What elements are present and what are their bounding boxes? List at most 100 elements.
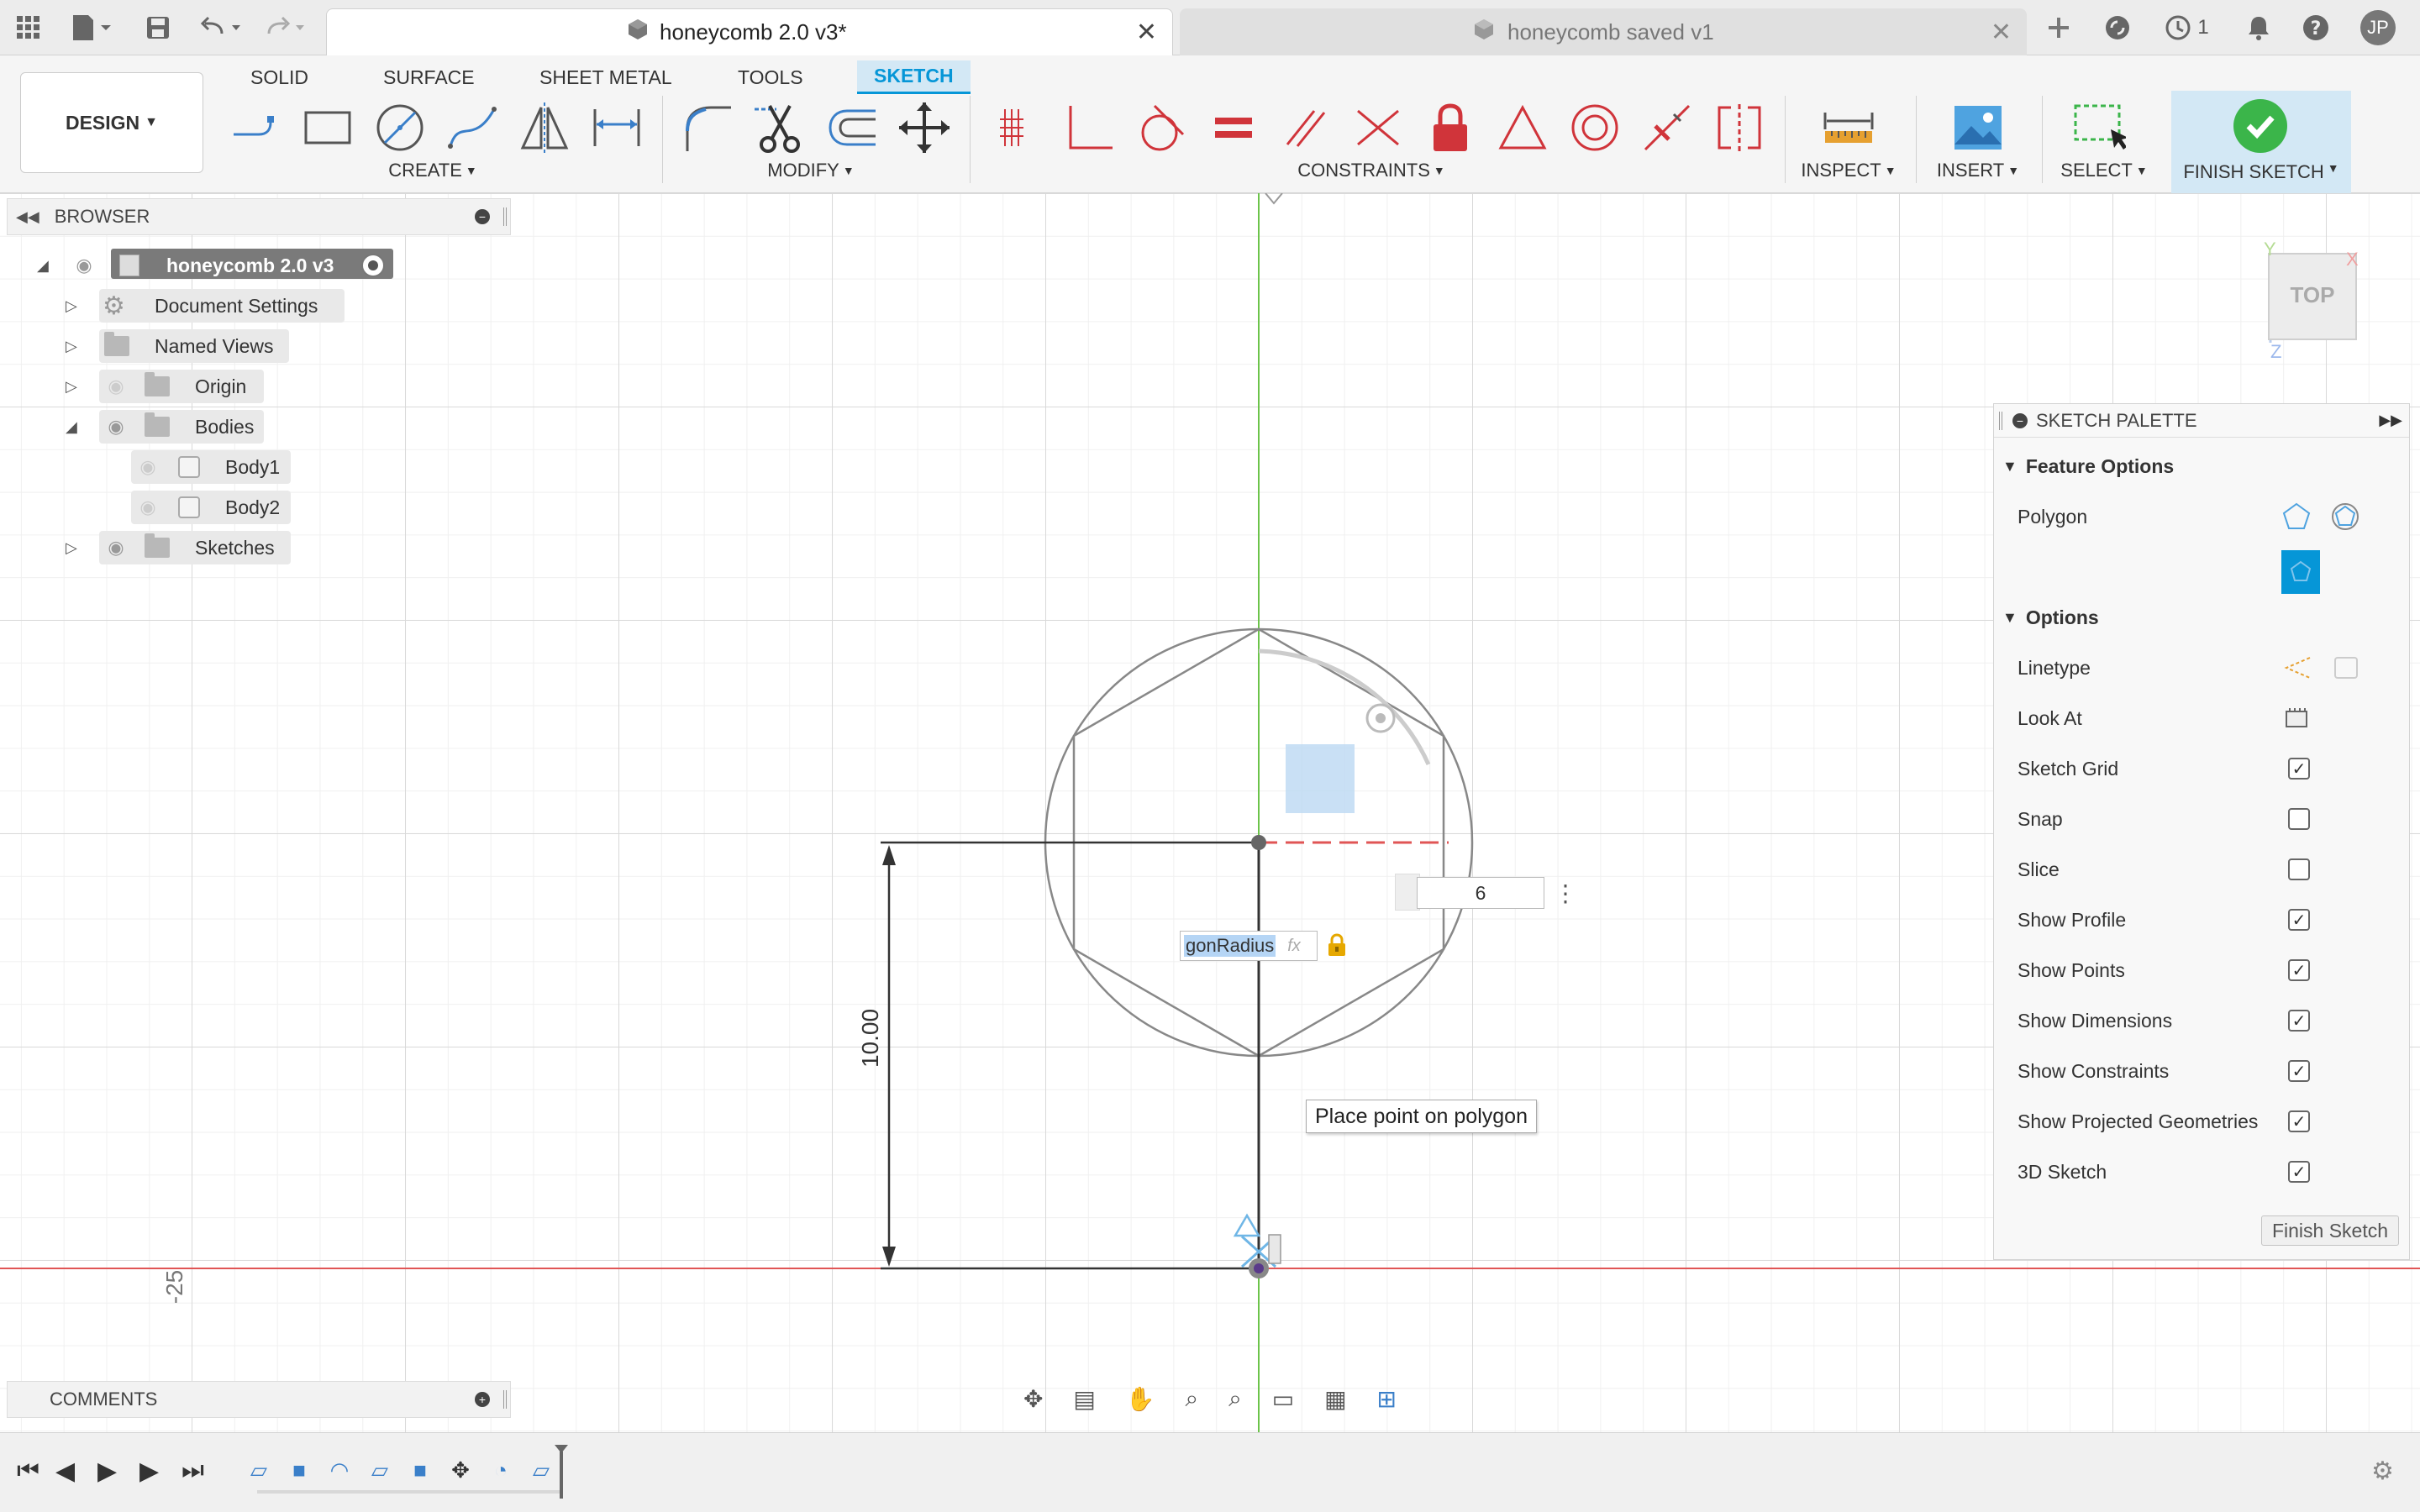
- select-window-icon[interactable]: [2069, 97, 2129, 158]
- tab-tools[interactable]: TOOLS: [721, 60, 820, 94]
- save-icon[interactable]: [141, 12, 175, 44]
- dimension-label[interactable]: 10.00: [854, 991, 887, 1092]
- tab-sheet-metal[interactable]: SHEET METAL: [523, 60, 689, 94]
- expand-triangle-icon[interactable]: ▷: [66, 297, 77, 315]
- sketch-dimension-tool-icon[interactable]: [587, 97, 647, 158]
- feature-options-section[interactable]: ▼ Feature Options: [2002, 449, 2174, 483]
- document-tab-inactive[interactable]: honeycomb saved v1 ✕: [1180, 8, 2027, 55]
- hidden-eye-icon[interactable]: ◉: [134, 456, 161, 478]
- line-tool-icon[interactable]: [225, 97, 286, 158]
- create-menu[interactable]: CREATE ▼: [353, 160, 513, 181]
- timeline-previous-icon[interactable]: ◀: [55, 1457, 75, 1486]
- timeline-next-icon[interactable]: ▶: [139, 1457, 159, 1486]
- comments-panel-header[interactable]: COMMENTS +: [7, 1381, 511, 1418]
- look-at-nav-icon[interactable]: ▤: [1073, 1385, 1095, 1413]
- tree-item-document-settings[interactable]: ▷ ⚙ Document Settings: [66, 289, 345, 323]
- offset-tool-icon[interactable]: [822, 97, 882, 158]
- edge-polygon-button[interactable]: [2281, 550, 2320, 594]
- tab-solid[interactable]: SOLID: [234, 60, 325, 94]
- palette-expand-icon[interactable]: ▶▶: [2379, 412, 2402, 429]
- palette-option-checkbox[interactable]: [2288, 808, 2310, 830]
- palette-option-checkbox[interactable]: ✓: [2288, 1060, 2310, 1082]
- browser-resize-handle[interactable]: [503, 207, 507, 226]
- palette-option-checkbox[interactable]: ✓: [2288, 959, 2310, 981]
- document-tab-active[interactable]: honeycomb 2.0 v3* ✕: [326, 8, 1173, 55]
- orbit-icon[interactable]: ✥: [1023, 1385, 1043, 1413]
- display-settings-icon[interactable]: ▭: [1272, 1385, 1294, 1413]
- tree-item-named-views[interactable]: ▷ Named Views: [66, 329, 289, 363]
- workspace-switcher[interactable]: DESIGN ▼: [20, 72, 203, 173]
- activate-radio-icon[interactable]: [361, 254, 385, 277]
- view-cube[interactable]: TOP Y X Z: [2264, 239, 2365, 365]
- insert-image-icon[interactable]: [1948, 97, 2008, 158]
- expand-triangle-icon[interactable]: ▷: [66, 539, 77, 557]
- finish-sketch-group[interactable]: FINISH SKETCH ▼: [2171, 91, 2351, 193]
- close-tab-icon[interactable]: ✕: [1991, 18, 2012, 47]
- pan-hand-icon[interactable]: ✋: [1126, 1385, 1155, 1413]
- visibility-eye-icon[interactable]: ◉: [103, 416, 129, 438]
- tree-item-sketches[interactable]: ▷ ◉ Sketches: [66, 531, 291, 564]
- timeline-move-icon[interactable]: ✥: [445, 1455, 476, 1485]
- close-tab-icon[interactable]: ✕: [1136, 18, 1157, 47]
- tree-item-body1[interactable]: ◉ Body1: [131, 450, 291, 484]
- curvature-constraint-icon[interactable]: [1637, 97, 1697, 158]
- symmetry-constraint-icon[interactable]: [1709, 97, 1770, 158]
- tree-item-root[interactable]: ◢ ◉ honeycomb 2.0 v3: [34, 249, 403, 282]
- finish-sketch-button[interactable]: Finish Sketch: [2261, 1215, 2399, 1246]
- lock-dimension-icon[interactable]: [1326, 932, 1348, 962]
- palette-option-checkbox[interactable]: ✓: [2288, 1161, 2310, 1183]
- notifications-bell-icon[interactable]: [2242, 12, 2275, 44]
- collapse-triangle-icon[interactable]: ◢: [66, 418, 77, 436]
- tab-surface[interactable]: SURFACE: [366, 60, 492, 94]
- palette-resize-handle[interactable]: [1999, 411, 2002, 430]
- fillet-tool-icon[interactable]: [677, 97, 738, 158]
- undo-icon[interactable]: [198, 12, 249, 44]
- midpoint-constraint-icon[interactable]: [1492, 97, 1553, 158]
- coincident-constraint-icon[interactable]: [986, 97, 1047, 158]
- hidden-eye-icon[interactable]: ◉: [103, 375, 129, 397]
- palette-option-checkbox[interactable]: ✓: [2288, 909, 2310, 931]
- inscribed-polygon-icon[interactable]: [2330, 501, 2360, 536]
- perpendicular-constraint-icon[interactable]: [1059, 97, 1119, 158]
- finish-sketch-menu[interactable]: FINISH SKETCH ▼: [2171, 161, 2351, 183]
- browser-minimize-icon[interactable]: −: [475, 209, 490, 224]
- new-tab-plus-icon[interactable]: [2042, 12, 2075, 44]
- timeline-extrude-icon[interactable]: ■: [284, 1455, 314, 1485]
- modify-menu[interactable]: MODIFY ▼: [731, 160, 891, 181]
- parallel-constraint-icon[interactable]: [1276, 97, 1336, 158]
- rectangle-tool-icon[interactable]: [297, 97, 358, 158]
- timeline-last-icon[interactable]: ⏭: [182, 1457, 204, 1485]
- fix-lock-constraint-icon[interactable]: [1420, 97, 1481, 158]
- visibility-eye-icon[interactable]: ◉: [71, 255, 97, 276]
- zoom-icon[interactable]: ⌕: [1186, 1385, 1199, 1413]
- timeline-sketch-icon[interactable]: ▱: [244, 1455, 274, 1485]
- measure-ruler-icon[interactable]: [1818, 97, 1879, 158]
- spline-tool-icon[interactable]: [442, 97, 502, 158]
- expand-triangle-icon[interactable]: ▷: [66, 378, 77, 396]
- palette-option-checkbox[interactable]: ✓: [2288, 758, 2310, 780]
- options-section[interactable]: ▼ Options: [2002, 601, 2099, 634]
- tree-item-bodies[interactable]: ◢ ◉ Bodies: [66, 410, 264, 444]
- extensions-icon[interactable]: [2101, 12, 2134, 44]
- select-menu[interactable]: SELECT ▼: [2052, 160, 2156, 181]
- timeline-fillet-icon[interactable]: ◠: [324, 1455, 355, 1485]
- visibility-eye-icon[interactable]: ◉: [103, 537, 129, 559]
- palette-option-checkbox[interactable]: ✓: [2288, 1110, 2310, 1132]
- trim-scissors-icon[interactable]: [750, 97, 810, 158]
- add-comment-icon[interactable]: +: [475, 1392, 490, 1407]
- constraints-menu[interactable]: CONSTRAINTS ▼: [1287, 160, 1455, 181]
- expand-triangle-icon[interactable]: ◢: [37, 257, 49, 275]
- polygon-sides-input[interactable]: 6: [1417, 877, 1544, 909]
- user-avatar[interactable]: JP: [2360, 10, 2396, 45]
- file-menu-icon[interactable]: [67, 12, 118, 44]
- concentric-constraint-icon[interactable]: [1565, 97, 1625, 158]
- app-grid-icon[interactable]: [12, 12, 45, 44]
- timeline-sketch-icon[interactable]: ▱: [365, 1455, 395, 1485]
- help-icon[interactable]: ?: [2299, 12, 2333, 44]
- job-status[interactable]: 1: [2153, 12, 2220, 44]
- mirror-tool-icon[interactable]: [514, 97, 575, 158]
- collinear-constraint-icon[interactable]: [1348, 97, 1408, 158]
- tab-sketch[interactable]: SKETCH: [857, 60, 971, 94]
- timeline-first-icon[interactable]: ⏮: [17, 1457, 39, 1485]
- tree-item-origin[interactable]: ▷ ◉ Origin: [66, 370, 264, 403]
